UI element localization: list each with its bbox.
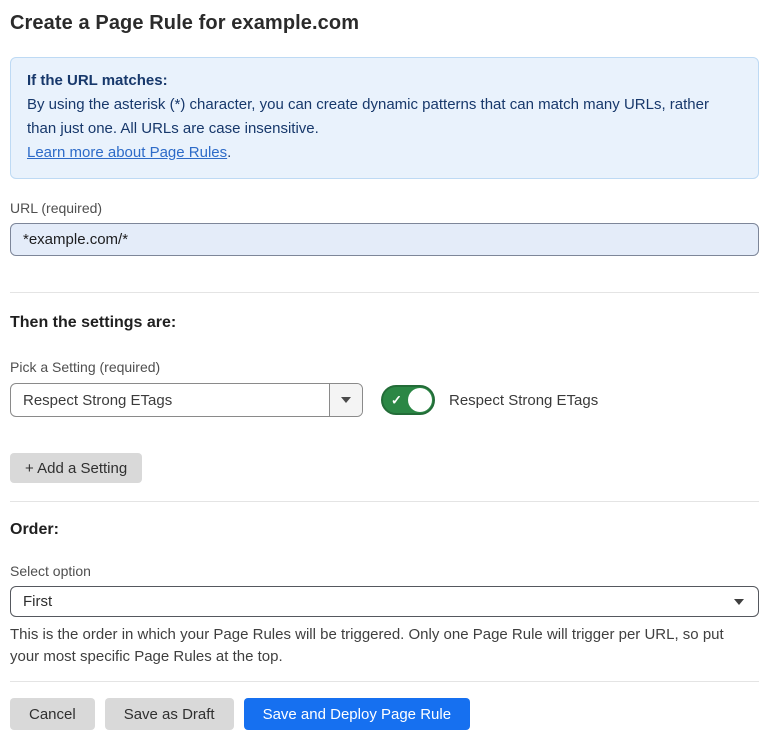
settings-heading: Then the settings are: bbox=[10, 314, 759, 332]
link-period: . bbox=[227, 144, 231, 161]
page-title: Create a Page Rule for example.com bbox=[10, 12, 759, 35]
info-box-body: By using the asterisk (*) character, you… bbox=[27, 93, 742, 141]
divider bbox=[10, 292, 759, 293]
divider bbox=[10, 501, 759, 502]
toggle-label: Respect Strong ETags bbox=[449, 392, 598, 409]
info-box-heading: If the URL matches: bbox=[27, 69, 742, 93]
etag-toggle[interactable]: ✓ bbox=[381, 385, 435, 415]
save-draft-button[interactable]: Save as Draft bbox=[105, 698, 234, 730]
info-box-link-line: Learn more about Page Rules. bbox=[27, 141, 742, 165]
divider bbox=[10, 681, 759, 682]
save-deploy-button[interactable]: Save and Deploy Page Rule bbox=[244, 698, 470, 730]
url-input[interactable] bbox=[10, 223, 759, 256]
footer-buttons: Cancel Save as Draft Save and Deploy Pag… bbox=[10, 698, 759, 730]
order-select-value: First bbox=[23, 593, 52, 610]
url-label: URL (required) bbox=[10, 200, 759, 216]
setting-dropdown[interactable]: Respect Strong ETags bbox=[10, 383, 363, 417]
select-option-label: Select option bbox=[10, 563, 759, 579]
pick-setting-label: Pick a Setting (required) bbox=[10, 359, 759, 375]
page-rule-form: Create a Page Rule for example.com If th… bbox=[0, 0, 769, 730]
cancel-button[interactable]: Cancel bbox=[10, 698, 95, 730]
setting-dropdown-arrow-button[interactable] bbox=[329, 384, 362, 416]
chevron-down-icon bbox=[734, 599, 744, 605]
add-setting-button[interactable]: + Add a Setting bbox=[10, 453, 142, 483]
setting-row: Respect Strong ETags ✓ Respect Strong ET… bbox=[10, 383, 759, 417]
learn-more-link[interactable]: Learn more about Page Rules bbox=[27, 144, 227, 161]
order-help-text: This is the order in which your Page Rul… bbox=[10, 624, 755, 668]
order-heading: Order: bbox=[10, 521, 759, 539]
toggle-check-icon: ✓ bbox=[391, 394, 402, 407]
setting-dropdown-value: Respect Strong ETags bbox=[11, 384, 329, 416]
url-match-info-box: If the URL matches: By using the asteris… bbox=[10, 57, 759, 179]
order-select[interactable]: First bbox=[10, 586, 759, 617]
toggle-knob bbox=[408, 388, 432, 412]
chevron-down-icon bbox=[341, 397, 351, 403]
